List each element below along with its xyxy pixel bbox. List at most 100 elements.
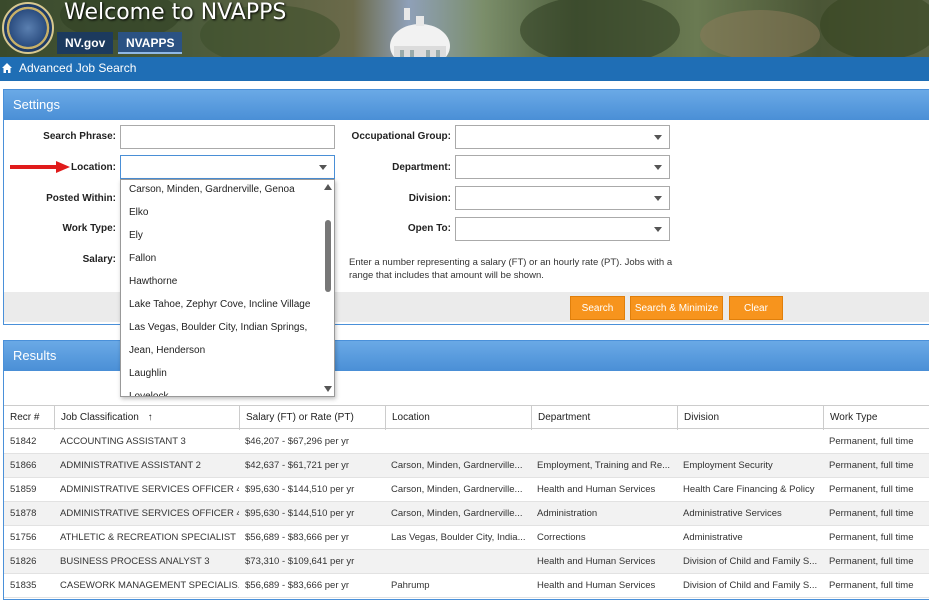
nevada-seal-logo — [2, 2, 54, 54]
location-option[interactable]: Elko — [129, 207, 148, 218]
cell-recr: 51859 — [10, 484, 37, 495]
tab-nvapps[interactable]: NVAPPS — [118, 32, 183, 54]
cell-location: Carson, Minden, Gardnerville... — [391, 508, 523, 519]
breadcrumb-label[interactable]: Advanced Job Search — [19, 57, 136, 79]
department-label: Department: — [392, 162, 451, 173]
cell-job-classification: CASEWORK MANAGEMENT SPECIALIS... — [60, 580, 239, 591]
search-button[interactable]: Search — [570, 296, 625, 320]
open-to-label: Open To: — [407, 223, 451, 234]
cell-recr: 51878 — [10, 508, 37, 519]
occupational-group-label: Occupational Group: — [351, 131, 451, 142]
cell-department: Employment, Training and Re... — [537, 460, 671, 471]
cell-location: Pahrump — [391, 580, 430, 591]
chevron-down-icon — [654, 135, 662, 140]
scroll-down-icon[interactable] — [324, 386, 332, 392]
search-phrase-label: Search Phrase: — [43, 131, 116, 142]
cell-recr: 51826 — [10, 556, 37, 567]
column-salary[interactable]: Salary (FT) or Rate (PT) — [239, 406, 385, 430]
table-row[interactable]: 51826 BUSINESS PROCESS ANALYST 3 $73,310 -… — [4, 550, 929, 574]
cell-location: Carson, Minden, Gardnerville... — [391, 484, 523, 495]
table-row[interactable]: 51835 CASEWORK MANAGEMENT SPECIALIS... $56… — [4, 574, 929, 598]
sort-ascending-icon: ↑ — [147, 412, 153, 423]
breadcrumb: Advanced Job Search — [0, 57, 929, 81]
cell-department: Health and Human Services — [537, 556, 656, 567]
settings-title: Settings — [4, 90, 929, 120]
location-option[interactable]: Ely — [129, 230, 143, 241]
cell-location — [385, 430, 531, 454]
posted-within-label: Posted Within: — [46, 193, 116, 204]
dropdown-scrollbar[interactable] — [324, 182, 332, 394]
chevron-down-icon — [654, 165, 662, 170]
cell-work-type: Permanent, full time — [829, 508, 914, 519]
location-dropdown-list[interactable]: Carson, Minden, Gardnerville, Genoa Elko E… — [120, 179, 335, 397]
search-minimize-button[interactable]: Search & Minimize — [630, 296, 723, 320]
column-location[interactable]: Location — [385, 406, 531, 430]
cell-division — [677, 430, 823, 454]
cell-recr: 51756 — [10, 532, 37, 543]
cell-work-type: Permanent, full time — [829, 484, 914, 495]
occupational-group-select[interactable] — [455, 125, 670, 149]
cell-division: Administrative Services — [683, 508, 782, 519]
clear-button[interactable]: Clear — [729, 296, 783, 320]
location-option[interactable]: Hawthorne — [129, 276, 177, 287]
cell-salary: $56,689 - $83,666 per yr — [245, 532, 350, 543]
chevron-down-icon — [319, 165, 327, 170]
table-row[interactable]: 51878 ADMINISTRATIVE SERVICES OFFICER 4 $9… — [4, 502, 929, 526]
open-to-select[interactable] — [455, 217, 670, 241]
location-option[interactable]: Jean, Henderson — [129, 345, 205, 356]
column-recr[interactable]: Recr # — [4, 406, 54, 430]
location-option[interactable]: Lake Tahoe, Zephyr Cove, Incline Village — [129, 299, 310, 310]
department-select[interactable] — [455, 155, 670, 179]
column-department[interactable]: Department — [531, 406, 677, 430]
work-type-label: Work Type: — [62, 223, 116, 234]
location-option[interactable]: Carson, Minden, Gardnerville, Genoa — [129, 184, 295, 195]
cell-salary: $42,637 - $61,721 per yr — [245, 460, 350, 471]
division-select[interactable] — [455, 186, 670, 210]
division-label: Division: — [408, 193, 451, 204]
scroll-up-icon[interactable] — [324, 184, 332, 190]
cell-department: Administration — [537, 508, 598, 519]
banner-title: Welcome to NVAPPS — [64, 0, 287, 25]
table-row[interactable]: 51866 ADMINISTRATIVE ASSISTANT 2 $42,637 -… — [4, 454, 929, 478]
location-option[interactable]: Laughlin — [129, 368, 167, 379]
cell-salary: $73,310 - $109,641 per yr — [245, 556, 355, 567]
location-select[interactable] — [120, 155, 335, 179]
results-table-header: Recr # Job Classification ↑ Salary (FT) … — [4, 405, 929, 430]
cell-recr: 51835 — [10, 580, 37, 591]
cell-salary: $95,630 - $144,510 per yr — [245, 508, 355, 519]
cell-job-classification: BUSINESS PROCESS ANALYST 3 — [60, 556, 210, 567]
tab-nv-gov[interactable]: NV.gov — [57, 32, 114, 54]
cell-department — [531, 430, 677, 454]
table-row[interactable]: 51842 ACCOUNTING ASSISTANT 3 $46,207 - $67… — [4, 430, 929, 454]
cell-job-classification: ACCOUNTING ASSISTANT 3 — [60, 436, 186, 447]
scrollbar-thumb[interactable] — [325, 220, 331, 292]
cell-job-classification: ADMINISTRATIVE SERVICES OFFICER 4 — [60, 484, 239, 495]
location-option[interactable]: Las Vegas, Boulder City, Indian Springs, — [129, 322, 307, 333]
cell-salary: $56,689 - $83,666 per yr — [245, 580, 350, 591]
column-division[interactable]: Division — [677, 406, 823, 430]
home-icon[interactable] — [1, 62, 13, 74]
table-row[interactable]: 51756 ATHLETIC & RECREATION SPECIALIST 1 $… — [4, 526, 929, 550]
column-work-type[interactable]: Work Type — [823, 406, 929, 430]
cell-division: Division of Child and Family S... — [683, 580, 818, 591]
table-row[interactable]: 51859 ADMINISTRATIVE SERVICES OFFICER 4 $9… — [4, 478, 929, 502]
site-banner: Welcome to NVAPPS NV.gov NVAPPS — [0, 0, 929, 57]
cell-work-type: Permanent, full time — [829, 532, 914, 543]
salary-hint: Enter a number representing a salary (FT… — [349, 257, 673, 281]
cell-division: Administrative — [683, 532, 743, 543]
cell-work-type: Permanent, full time — [829, 460, 914, 471]
location-option[interactable]: Fallon — [129, 253, 156, 264]
cell-recr: 51866 — [10, 460, 37, 471]
column-job-classification[interactable]: Job Classification ↑ — [54, 406, 239, 430]
location-option[interactable]: Lovelock — [129, 391, 168, 396]
search-phrase-input[interactable] — [120, 125, 335, 149]
cell-job-classification: ATHLETIC & RECREATION SPECIALIST 1 — [60, 532, 239, 543]
cell-division: Health Care Financing & Policy — [683, 484, 815, 495]
chevron-down-icon — [654, 196, 662, 201]
cell-location: Las Vegas, Boulder City, India... — [391, 532, 526, 543]
salary-label: Salary: — [82, 254, 116, 265]
cell-location — [385, 550, 531, 574]
cell-department: Health and Human Services — [537, 484, 656, 495]
cell-work-type: Permanent, full time — [829, 580, 914, 591]
chevron-down-icon — [654, 227, 662, 232]
